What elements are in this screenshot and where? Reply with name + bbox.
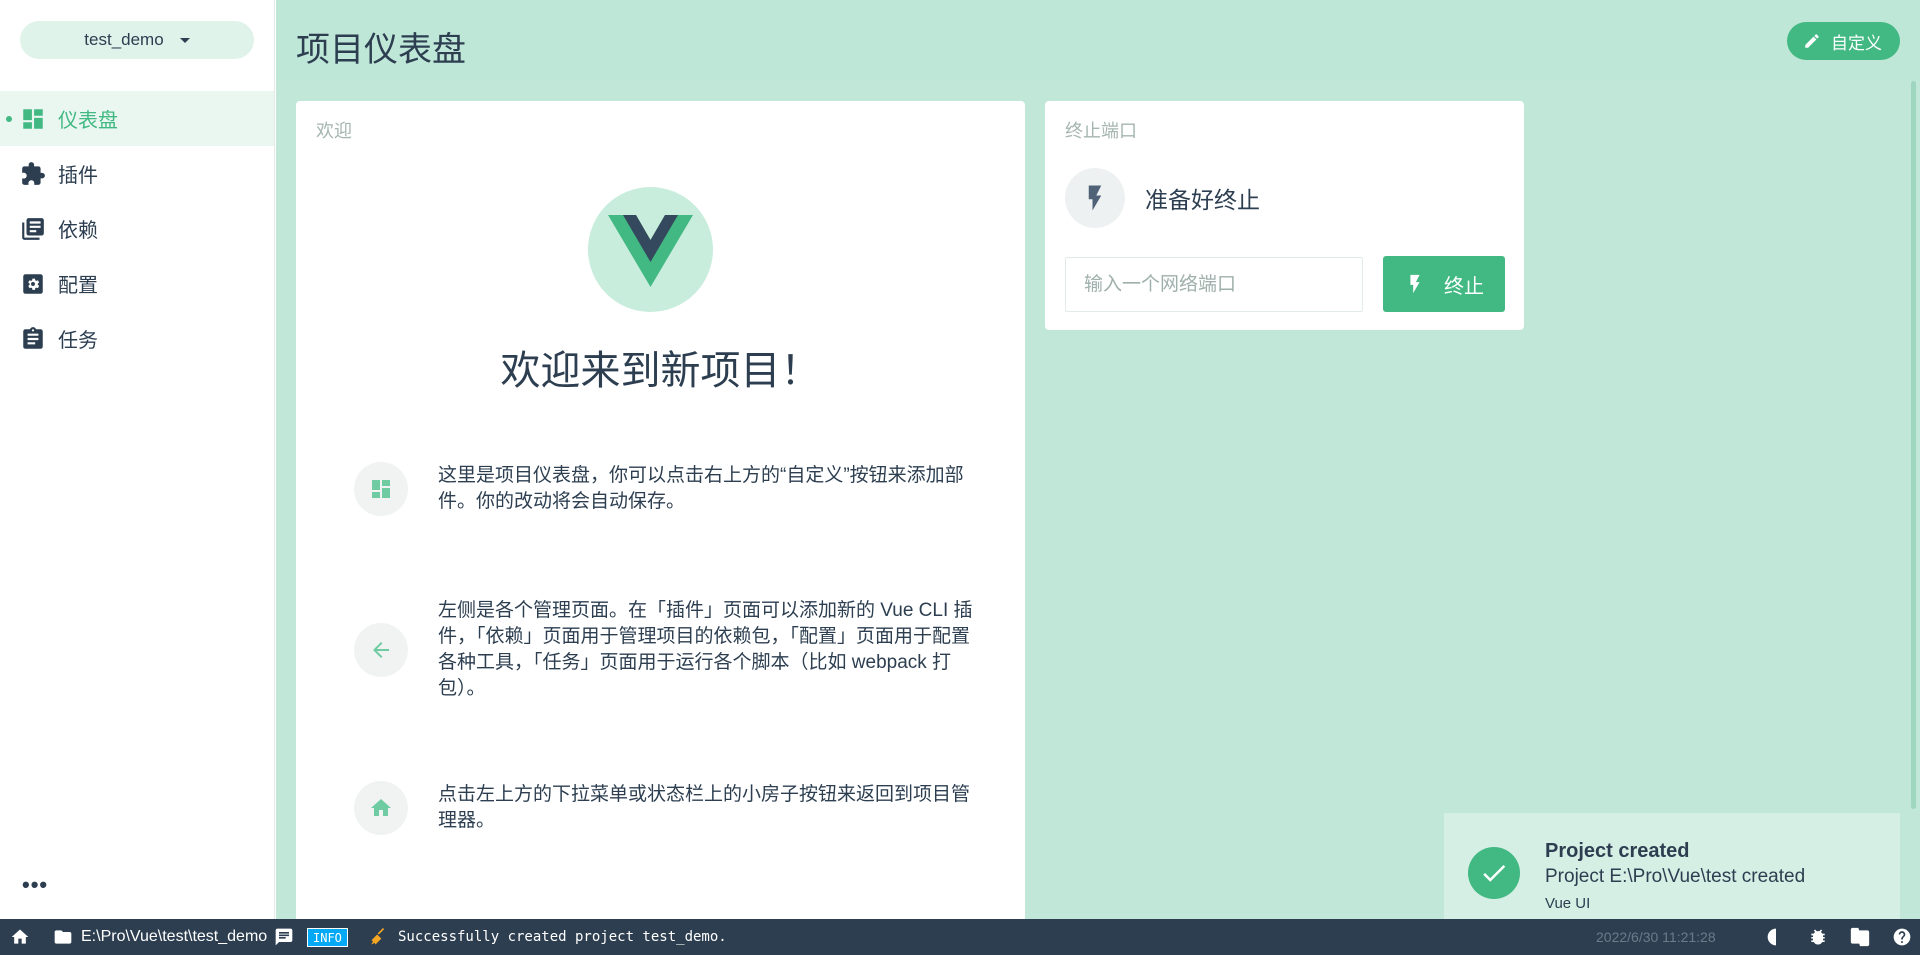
status-bar: E:\Pro\Vue\test\test_demo INFO Successfu… xyxy=(0,919,1920,955)
sidebar-item-label: 仪表盘 xyxy=(58,110,118,132)
tip-text: 左侧是各个管理页面。在「插件」页面可以添加新的 Vue CLI 插件，「依赖」页… xyxy=(438,600,973,699)
more-options-button[interactable]: ••• xyxy=(22,872,48,898)
customize-button[interactable]: 自定义 xyxy=(1787,22,1900,60)
kill-button[interactable]: 终止 xyxy=(1383,256,1505,312)
folder-icon xyxy=(54,930,72,944)
sidebar-item-label: 依赖 xyxy=(58,220,98,242)
log-timestamp: 2022/6/30 11:21:28 xyxy=(1596,929,1716,945)
welcome-heading: 欢迎来到新项目！ xyxy=(500,349,821,393)
clipboard-icon xyxy=(23,326,43,349)
bug-icon[interactable] xyxy=(1808,927,1828,947)
settings-box-icon xyxy=(23,273,43,294)
sidebar: test_demo 仪表盘 插件 依赖 配置 任务 ••• xyxy=(0,0,275,919)
customize-label: 自定义 xyxy=(1831,33,1882,53)
kill-status: 准备好终止 xyxy=(1065,168,1260,228)
scrollbar[interactable] xyxy=(1911,81,1916,809)
port-input[interactable] xyxy=(1065,257,1363,312)
library-books-icon xyxy=(22,217,44,240)
kill-port-widget: 终止端口 准备好终止 终止 xyxy=(1045,101,1524,330)
sidebar-item-label: 配置 xyxy=(58,275,98,297)
sidebar-item-label: 插件 xyxy=(58,165,98,187)
status-bar-actions xyxy=(1766,927,1912,947)
toast-title: Project created xyxy=(1545,840,1690,862)
sidebar-item-dependencies[interactable]: 依赖 xyxy=(0,201,274,256)
tip-text: 点击左上方的下拉菜单或状态栏上的小房子按钮来返回到项目管理器。 xyxy=(438,784,971,831)
translate-icon[interactable] xyxy=(1850,927,1870,947)
check-circle-icon xyxy=(1468,847,1520,899)
kill-button-label: 终止 xyxy=(1444,275,1484,298)
kill-status-text: 准备好终止 xyxy=(1145,187,1260,213)
tip-item: 左侧是各个管理页面。在「插件」页面可以添加新的 Vue CLI 插件，「依赖」页… xyxy=(354,598,974,702)
vue-logo xyxy=(588,187,713,312)
page-title: 项目仪表盘 xyxy=(296,31,466,69)
theme-icon[interactable] xyxy=(1766,927,1786,947)
pencil-icon xyxy=(1805,34,1819,48)
widget-title: 欢迎 xyxy=(316,121,352,141)
welcome-widget: 欢迎 欢迎来到新项目！ 这里是项目仪表盘，你可以点击右上方的“自定义”按钮来添加… xyxy=(296,101,1025,931)
help-icon[interactable] xyxy=(1892,927,1912,947)
project-name: test_demo xyxy=(84,30,164,49)
sidebar-item-dashboard[interactable]: 仪表盘 xyxy=(0,91,274,146)
sidebar-item-label: 任务 xyxy=(58,330,98,352)
widget-title: 终止端口 xyxy=(1065,121,1137,141)
tip-text: 这里是项目仪表盘，你可以点击右上方的“自定义”按钮来添加部件。你的改动将会自动保… xyxy=(438,465,964,512)
tip-item: 这里是项目仪表盘，你可以点击右上方的“自定义”按钮来添加部件。你的改动将会自动保… xyxy=(354,462,974,516)
sidebar-item-configuration[interactable]: 配置 xyxy=(0,256,274,311)
sidebar-item-plugins[interactable]: 插件 xyxy=(0,146,274,201)
project-selector[interactable]: test_demo xyxy=(20,21,254,59)
toast-message: Project E:\Pro\Vue\test created xyxy=(1545,866,1806,887)
broom-icon xyxy=(371,928,385,945)
dashboard-icon xyxy=(354,462,408,516)
tip-item: 点击左上方的下拉菜单或状态栏上的小房子按钮来返回到项目管理器。 xyxy=(354,781,974,835)
log-message[interactable]: Successfully created project test_demo. xyxy=(398,929,727,945)
home-icon[interactable] xyxy=(10,927,30,947)
sidebar-item-tasks[interactable]: 任务 xyxy=(0,311,274,366)
project-path-text: E:\Pro\Vue\test\test_demo xyxy=(81,928,268,945)
arrow-left-icon xyxy=(354,623,408,677)
dashboard-icon xyxy=(23,108,43,129)
project-path[interactable]: E:\Pro\Vue\test\test_demo xyxy=(53,927,267,947)
top-bar: 项目仪表盘 自定义 xyxy=(276,0,1920,81)
home-icon xyxy=(354,781,408,835)
flash-icon xyxy=(1065,168,1125,228)
main-content: 项目仪表盘 自定义 欢迎 欢迎来到新项目！ 这里是项目仪表盘，你可以点击右上方的… xyxy=(276,0,1920,931)
toast-source: Vue UI xyxy=(1545,895,1591,912)
flash-icon xyxy=(1410,274,1420,294)
log-level-badge: INFO xyxy=(307,928,348,947)
vue-logo-icon xyxy=(608,215,693,287)
sidebar-nav: 仪表盘 插件 依赖 配置 任务 xyxy=(0,91,274,366)
caret-down-icon xyxy=(179,37,190,43)
message-icon[interactable] xyxy=(274,927,294,947)
puzzle-icon xyxy=(22,161,45,185)
